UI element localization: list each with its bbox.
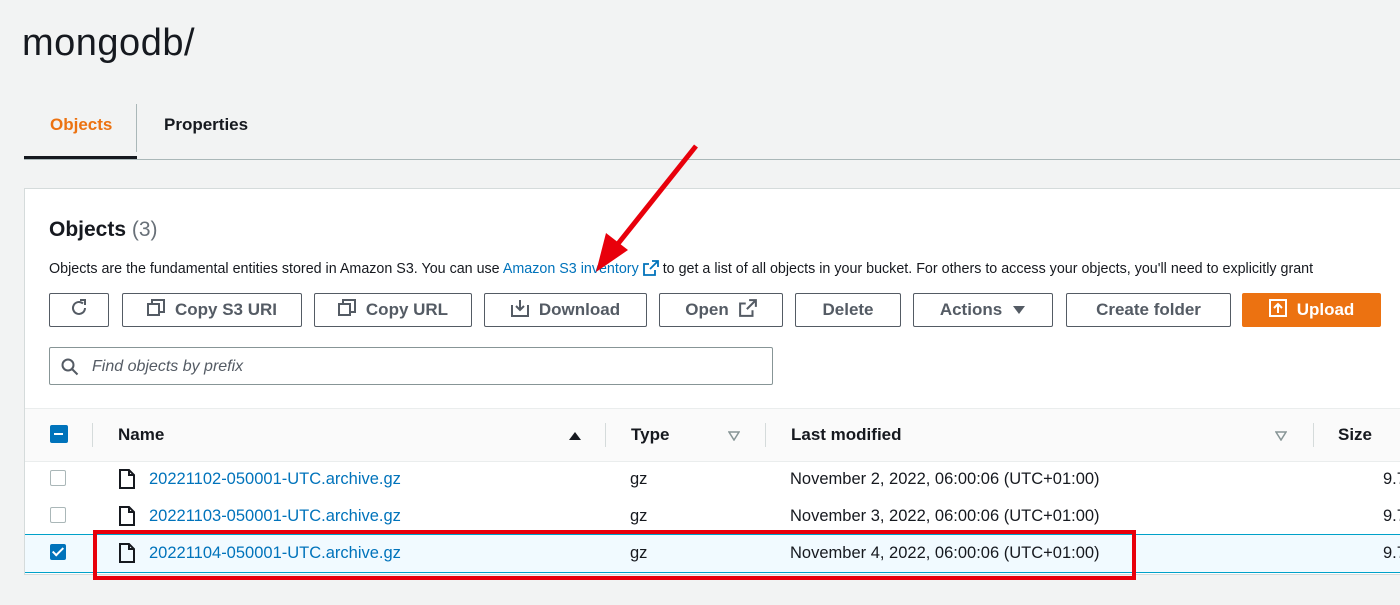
row-checkbox[interactable] bbox=[50, 470, 66, 486]
column-header-last-modified[interactable]: Last modified bbox=[791, 425, 902, 445]
object-last-modified: November 3, 2022, 06:00:06 (UTC+01:00) bbox=[790, 507, 1100, 525]
download-icon bbox=[510, 299, 529, 322]
row-checkbox[interactable] bbox=[50, 507, 66, 523]
open-button[interactable]: Open bbox=[659, 293, 783, 327]
search-input[interactable] bbox=[90, 348, 764, 386]
file-icon bbox=[119, 543, 135, 568]
column-header-name[interactable]: Name bbox=[118, 425, 164, 445]
panel-title-text: Objects bbox=[49, 218, 127, 241]
column-header-type[interactable]: Type bbox=[631, 425, 669, 445]
object-size: 9.7 bbox=[1383, 544, 1400, 562]
search-icon bbox=[61, 358, 79, 381]
copy-url-button[interactable]: Copy URL bbox=[314, 293, 472, 327]
refresh-button[interactable] bbox=[49, 293, 109, 327]
download-button[interactable]: Download bbox=[484, 293, 647, 327]
object-count: (3) bbox=[131, 218, 158, 241]
copy-s3-uri-label: Copy S3 URI bbox=[174, 300, 278, 319]
description-text-start: Objects are the fundamental entities sto… bbox=[49, 261, 503, 277]
object-type: gz bbox=[630, 544, 648, 562]
actions-dropdown-button[interactable]: Actions bbox=[913, 293, 1053, 327]
table-header: Name Type Last modified Size bbox=[25, 408, 1400, 462]
description-text-end: to get a list of all objects in your buc… bbox=[658, 261, 1314, 277]
panel-title: Objects (3) bbox=[49, 218, 158, 242]
download-label: Download bbox=[538, 300, 621, 319]
panel-description: Objects are the fundamental entities sto… bbox=[49, 260, 1313, 280]
sort-icon[interactable] bbox=[1274, 428, 1288, 446]
row-checkbox[interactable] bbox=[50, 544, 66, 560]
object-name-link[interactable]: 20221104-050001-UTC.archive.gz bbox=[149, 544, 401, 563]
table-row-selected[interactable]: 20221104-050001-UTC.archive.gz gz Novemb… bbox=[25, 534, 1400, 573]
create-folder-button[interactable]: Create folder bbox=[1066, 293, 1231, 327]
copy-url-label: Copy URL bbox=[365, 300, 449, 319]
sort-icon[interactable] bbox=[727, 428, 741, 446]
refresh-icon bbox=[69, 298, 89, 323]
tabs-divider-line bbox=[24, 159, 1400, 160]
table-row[interactable]: 20221102-050001-UTC.archive.gz gz Novemb… bbox=[25, 461, 1400, 498]
object-type: gz bbox=[630, 470, 648, 488]
column-divider bbox=[1313, 423, 1314, 447]
page-title: mongodb/ bbox=[22, 22, 196, 64]
sort-ascending-icon[interactable] bbox=[568, 428, 582, 446]
caret-down-icon bbox=[1012, 300, 1026, 320]
external-link-icon bbox=[642, 260, 659, 280]
column-divider bbox=[92, 423, 93, 447]
copy-icon bbox=[337, 298, 356, 322]
external-link-icon bbox=[738, 298, 757, 322]
actions-label: Actions bbox=[939, 300, 1003, 319]
tab-divider bbox=[136, 104, 137, 152]
upload-label: Upload bbox=[1296, 300, 1355, 319]
tab-properties[interactable]: Properties bbox=[164, 104, 248, 146]
object-size: 9.7 bbox=[1383, 507, 1400, 525]
object-name-link[interactable]: 20221103-050001-UTC.archive.gz bbox=[149, 507, 401, 526]
delete-button[interactable]: Delete bbox=[795, 293, 901, 327]
create-folder-label: Create folder bbox=[1096, 300, 1201, 319]
select-all-checkbox[interactable] bbox=[50, 425, 68, 443]
column-header-size[interactable]: Size bbox=[1338, 425, 1372, 445]
tab-objects[interactable]: Objects bbox=[50, 104, 112, 146]
copy-icon bbox=[146, 298, 165, 322]
delete-label: Delete bbox=[822, 300, 874, 319]
object-size: 9.7 bbox=[1383, 470, 1400, 488]
object-name-link[interactable]: 20221102-050001-UTC.archive.gz bbox=[149, 470, 401, 489]
column-divider bbox=[765, 423, 766, 447]
file-icon bbox=[119, 469, 135, 494]
object-type: gz bbox=[630, 507, 648, 525]
s3-inventory-link[interactable]: Amazon S3 inventory bbox=[503, 261, 639, 277]
table-row[interactable]: 20221103-050001-UTC.archive.gz gz Novemb… bbox=[25, 498, 1400, 535]
upload-icon bbox=[1268, 298, 1287, 322]
object-last-modified: November 2, 2022, 06:00:06 (UTC+01:00) bbox=[790, 470, 1100, 488]
copy-s3-uri-button[interactable]: Copy S3 URI bbox=[122, 293, 302, 327]
open-label: Open bbox=[685, 300, 729, 319]
object-last-modified: November 4, 2022, 06:00:06 (UTC+01:00) bbox=[790, 544, 1100, 562]
upload-button[interactable]: Upload bbox=[1242, 293, 1381, 327]
column-divider bbox=[605, 423, 606, 447]
objects-panel: Objects (3) Objects are the fundamental … bbox=[24, 188, 1400, 575]
file-icon bbox=[119, 506, 135, 531]
search-box bbox=[49, 347, 773, 386]
